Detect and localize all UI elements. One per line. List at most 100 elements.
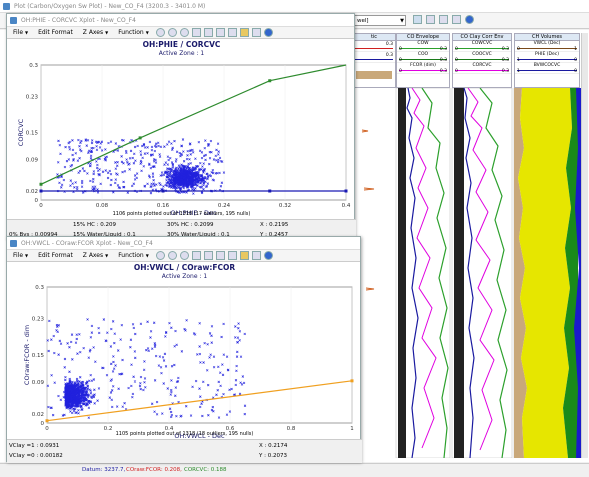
track-header-ch-volumes: CH Volumes VWCL (Dec) 0 1 PHIE (Dec) 1 0 BVW…	[514, 33, 580, 88]
print-icon[interactable]	[251, 251, 261, 260]
main-toolbar-icons	[412, 15, 474, 24]
log-track-curves	[352, 88, 581, 458]
menu-edit-format[interactable]: Edit Format	[34, 27, 77, 38]
line-node	[39, 182, 43, 186]
well-dropdown[interactable]: wel] ▼	[354, 15, 406, 26]
track-title: CH Volumes	[515, 34, 579, 41]
xplot-window-phie-corcvc: OH:PHIE - CORCVC Xplot - New_CO_F4 File …	[6, 13, 356, 240]
menu-edit-format[interactable]: Edit Format	[34, 250, 77, 261]
line-node	[350, 379, 354, 383]
line-node	[344, 189, 348, 193]
main-window-title: Plot (Carbon/Oxygen Sw Plot) - New_CO_F4…	[14, 3, 206, 10]
chart1-zone: Active Zone : 1	[158, 50, 205, 57]
curve-icon[interactable]	[426, 15, 435, 24]
track-title: CO Clay Corr Env	[453, 34, 511, 41]
y-tick-label: 0.3	[29, 63, 38, 69]
menu-file[interactable]: File ▼	[9, 250, 32, 261]
table-icon[interactable]	[215, 251, 225, 260]
main-title-bar: Plot (Carbon/Oxygen Sw Plot) - New_CO_F4…	[0, 0, 589, 13]
folder-icon[interactable]	[239, 28, 249, 37]
legend-row: VWCL (Dec) 0 1	[515, 41, 579, 52]
xplot2-status: VClay =1 : 0.0931 X : 0.2174 VClay =0 : …	[7, 439, 362, 463]
status-corcvc: CORCVC: 0.188	[184, 467, 227, 473]
chart-icon[interactable]	[191, 28, 201, 37]
zoom-reset-icon[interactable]	[179, 251, 189, 260]
grid-icon[interactable]	[203, 251, 213, 260]
track-title: CO Envelope	[397, 34, 449, 41]
zoom-reset-icon[interactable]	[179, 28, 189, 37]
vertical-scrollbar[interactable]	[581, 33, 588, 458]
status-datum: Datum: 3237.7,	[82, 467, 126, 473]
y-tick-label: 0.02	[26, 189, 38, 195]
y-tick-label: 0	[35, 198, 39, 204]
track-header-co-clay-corr: CO Clay Corr Env COWCVC 0 0.3 COOCVC 0 0.3 C…	[452, 33, 512, 88]
line-node	[161, 189, 165, 193]
print-icon[interactable]	[251, 28, 261, 37]
layers-icon[interactable]	[227, 251, 237, 260]
menu-function[interactable]: Function ▼	[114, 250, 153, 261]
y-tick-label: 0.23	[32, 317, 45, 323]
chart1-plot[interactable]: 0 0.08 0.16 0.24 0.32 0.4 0 0.02 0.09 0.15 0.23 0.3…	[7, 58, 356, 218]
well-dropdown-value: wel]	[357, 18, 369, 24]
menu-function[interactable]: Function ▼	[114, 27, 153, 38]
settings-icon[interactable]	[452, 15, 461, 24]
track-header-partial: tic 0.3 0.3	[352, 33, 396, 88]
line-node	[39, 189, 43, 193]
y-axis-label: COraw:FCOR - dim	[23, 325, 31, 385]
app-icon	[3, 3, 10, 10]
x-tick-label: 0.4	[342, 203, 351, 209]
legend-row: COWCVC 0 0.3	[453, 41, 511, 52]
status-coraw: COraw:FCOR: 0.208,	[126, 467, 182, 473]
chart-icon[interactable]	[439, 15, 448, 24]
line-node	[268, 189, 272, 193]
chart2-plot[interactable]: 0 0.2 0.4 0.6 0.8 100.020.090.150.230.3OH:VWC…	[7, 281, 362, 441]
xplot2-title-bar: OH:VWCL - COraw:FCOR Xplot - New_CO_F4	[7, 237, 360, 250]
y-tick-label: 0.09	[32, 380, 45, 386]
zoom-in-icon[interactable]	[155, 251, 165, 260]
zoom-out-icon[interactable]	[167, 251, 177, 260]
track-title: tic	[353, 34, 395, 41]
y-tick-label: 0	[41, 421, 45, 427]
xplot1-menubar: File ▼ Edit Format Z Axes ▼ Function ▼	[7, 27, 354, 39]
line-node	[138, 136, 142, 140]
y-tick-label: 0.3	[35, 285, 44, 291]
legend-row: COW 0 0.3	[397, 41, 449, 52]
menu-z-axes[interactable]: Z Axes ▼	[79, 250, 112, 261]
xplot-window-vwcl-coraw: OH:VWCL - COraw:FCOR Xplot - New_CO_F4 F…	[6, 236, 362, 463]
menu-z-axes[interactable]: Z Axes ▼	[79, 27, 112, 38]
track-header-co-envelope: CO Envelope COW 0 0.3 COO 0 0.3 FCOR (dim) 0 0…	[396, 33, 450, 88]
xplot1-title: OH:PHIE - CORCVC Xplot - New_CO_F4	[21, 17, 136, 24]
xplot1-title-bar: OH:PHIE - CORCVC Xplot - New_CO_F4	[7, 14, 354, 27]
folder-icon[interactable]	[239, 251, 249, 260]
legend-row: CORCVC 0 0.3	[453, 63, 511, 74]
legend-row: COO 0 0.3	[397, 52, 449, 63]
legend-row: BVWCOCVC 1 0	[515, 63, 579, 74]
grid-icon[interactable]	[413, 15, 422, 24]
xplot2-title: OH:VWCL - COraw:FCOR Xplot - New_CO_F4	[21, 240, 153, 247]
help-icon[interactable]	[465, 15, 474, 24]
chart1-title: OH:PHIE / CORCVC	[142, 40, 221, 49]
chart2-points-info: 1105 points plotted out of 1318 (18 outl…	[115, 431, 254, 437]
help-icon[interactable]	[263, 28, 273, 37]
chevron-down-icon: ▼	[400, 18, 404, 24]
menu-file[interactable]: File ▼	[9, 27, 32, 38]
zoom-out-icon[interactable]	[167, 28, 177, 37]
x-tick-label: 0.08	[96, 203, 109, 209]
window-icon	[10, 17, 17, 24]
line-node	[45, 419, 49, 423]
layers-icon[interactable]	[227, 28, 237, 37]
x-tick-label: 0.16	[157, 203, 170, 209]
chart-icon[interactable]	[191, 251, 201, 260]
grid-icon[interactable]	[203, 28, 213, 37]
legend-row: COOCVC 0 0.3	[453, 52, 511, 63]
window-icon	[10, 240, 17, 247]
y-tick-label: 0.15	[32, 353, 45, 359]
table-icon[interactable]	[215, 28, 225, 37]
x-tick-label: 0	[39, 203, 43, 209]
main-status-bar: Datum: 3237.7, COraw:FCOR: 0.208, CORCVC…	[0, 463, 589, 477]
y-tick-label: 0.02	[32, 412, 44, 418]
zoom-in-icon[interactable]	[155, 28, 165, 37]
chart2-title: OH:VWCL / COraw:FCOR	[133, 263, 236, 272]
help-icon[interactable]	[263, 251, 273, 260]
line-node	[268, 79, 272, 83]
